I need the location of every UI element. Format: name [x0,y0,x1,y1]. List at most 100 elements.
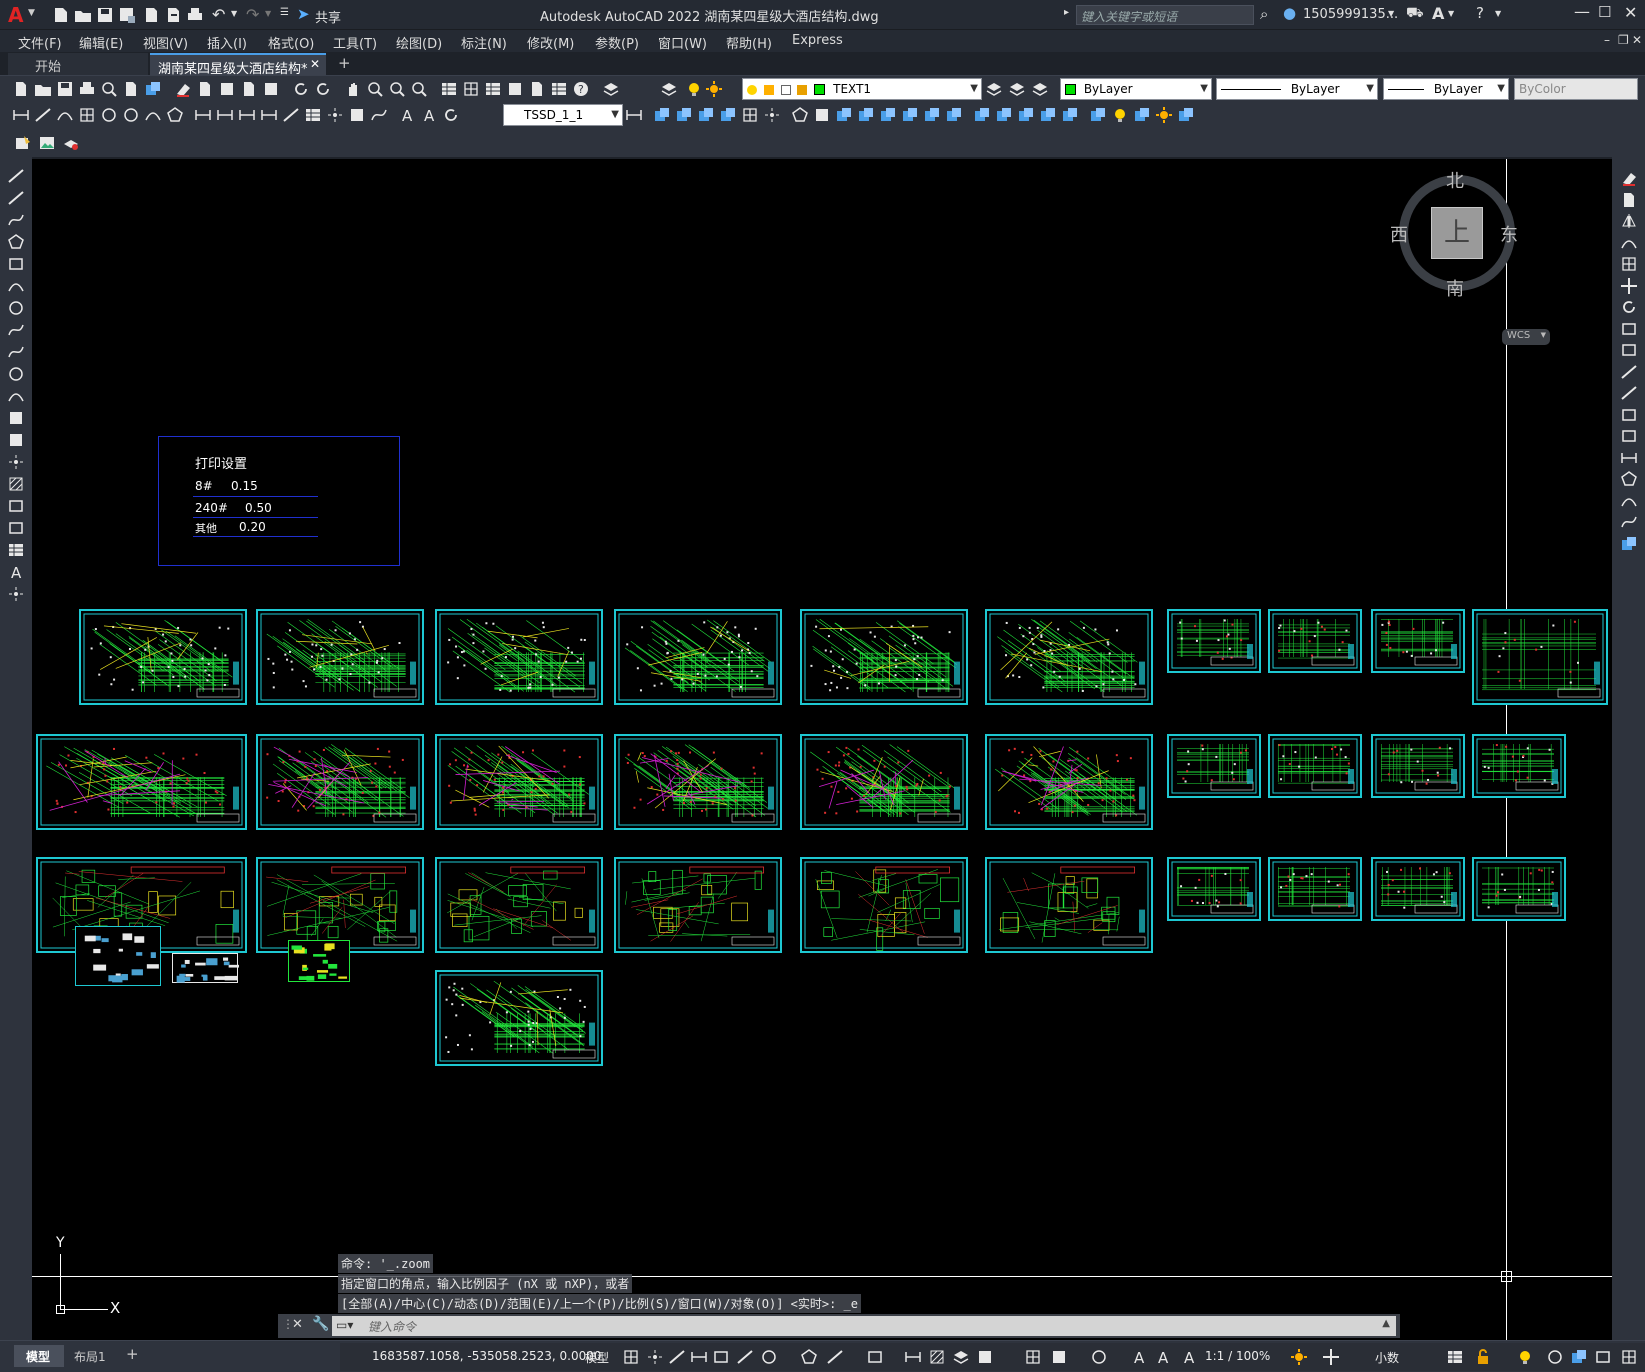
drawing-sheet[interactable] [256,857,424,953]
new-tab-button[interactable]: + [338,54,351,72]
blend-icon[interactable] [1620,513,1638,531]
copy-object-icon[interactable] [1620,191,1638,209]
menu-modify[interactable]: 修改(M) [527,33,574,52]
break-icon[interactable] [282,106,300,124]
ucs-view-icon[interactable] [857,106,875,124]
chamfer-icon[interactable] [1620,470,1638,488]
line-icon[interactable] [7,167,25,185]
drawing-sheet[interactable] [256,609,424,705]
redo-icon[interactable]: ↷ [246,5,259,24]
selection-filter-icon[interactable] [1050,1348,1066,1364]
layout-tab[interactable]: 布局1 [66,1345,116,1367]
angular-icon[interactable] [166,106,184,124]
menu-edit[interactable]: 编辑(E) [79,33,123,52]
drawing-sheet-notes[interactable] [288,940,350,982]
layer-isolate-icon[interactable] [705,80,723,98]
quick-dim-icon[interactable] [194,106,212,124]
undo-icon[interactable] [292,80,310,98]
fillet-icon[interactable] [1620,492,1638,510]
scale-icon[interactable] [1620,320,1638,338]
render-icon[interactable] [1089,106,1107,124]
plot-icon[interactable] [78,80,96,98]
polar-icon[interactable] [760,1348,776,1364]
graphics-perf-icon[interactable] [1546,1348,1562,1364]
drawing-sheet[interactable] [36,734,247,830]
viewcube-west[interactable]: 西 [1390,221,1408,247]
ucs-3point-icon[interactable] [791,106,809,124]
osnap-tracking-icon[interactable] [826,1348,843,1364]
command-history-toggle-icon[interactable]: ▲ [1382,1318,1390,1329]
share-icon[interactable]: ➤ [297,5,310,23]
drawing-sheet[interactable] [1472,609,1608,705]
drawing-sheet[interactable] [1268,734,1362,798]
isodraft-icon[interactable] [800,1348,817,1364]
open-icon[interactable] [34,80,52,98]
region-icon[interactable] [7,519,25,537]
model-tab[interactable]: 模型 [14,1345,64,1367]
drawing-sheet[interactable] [435,857,603,953]
arc-icon[interactable] [7,277,25,295]
open-icon[interactable] [74,6,92,24]
cart-icon[interactable]: ⛟ [1406,5,1424,23]
layer-states-icon[interactable] [660,80,678,98]
doc-minimize-icon[interactable]: – [1604,33,1610,47]
view-top-icon[interactable] [675,106,693,124]
new-icon[interactable] [12,80,30,98]
material-icon[interactable] [1133,106,1151,124]
hardware-accel-icon[interactable] [1570,1348,1586,1364]
drawing-sheet[interactable] [1371,609,1465,673]
dimstyle-dropdown[interactable]: TSSD_1_1 ▼ [503,104,623,126]
menu-express[interactable]: Express [792,33,843,48]
stretch-icon[interactable] [1620,341,1638,359]
tool-palettes-icon[interactable] [484,80,502,98]
help-icon[interactable]: ? [1476,4,1484,22]
drawing-sheet[interactable] [435,609,603,705]
drawing-sheet[interactable] [1167,857,1261,921]
ucs-face-icon[interactable] [835,106,853,124]
image-icon[interactable] [38,134,56,152]
ellipse-arc-icon[interactable] [7,387,25,405]
copy-icon[interactable] [196,80,214,98]
block-editor-icon[interactable] [14,134,32,152]
app-logo[interactable]: A [8,3,23,27]
zoom-realtime-icon[interactable] [366,80,384,98]
view-front-icon[interactable] [653,106,671,124]
plotstyle-dropdown[interactable]: ByColor [1514,78,1638,100]
lineweight-dropdown[interactable]: ByLayer ▼ [1383,78,1509,100]
continue-icon[interactable] [238,106,256,124]
pan-icon[interactable] [344,80,362,98]
visual-wire-icon[interactable] [995,106,1013,124]
annotation-scale-icon[interactable]: A [1180,1348,1196,1366]
spline-icon[interactable] [7,343,25,361]
drawing-sheet[interactable] [1472,857,1566,921]
dynamic-ucs-icon[interactable] [1024,1348,1040,1364]
dim-update-icon[interactable] [442,106,460,124]
ucs-y-icon[interactable] [901,106,919,124]
snap-mode-icon[interactable] [646,1348,662,1364]
grid-icon[interactable] [622,1348,638,1364]
drawing-sheet-cover[interactable] [75,926,161,986]
tolerance-icon[interactable] [304,106,322,124]
dimstyle-icon[interactable] [625,106,643,124]
drawing-sheet[interactable] [435,970,603,1066]
auto-scale-icon[interactable]: A [1154,1348,1170,1366]
polygon-icon[interactable] [7,233,25,251]
drawing-sheet[interactable] [985,609,1153,705]
rectangle-icon[interactable] [7,255,25,273]
properties-icon[interactable] [440,80,458,98]
view-left-icon[interactable] [697,106,715,124]
circle-icon[interactable] [7,299,25,317]
drawing-sheet[interactable] [614,609,782,705]
drawing-sheet[interactable] [800,857,968,953]
lineweight-icon[interactable] [904,1348,921,1364]
linear-dim-icon[interactable] [12,106,30,124]
tab-close-icon[interactable]: ✕ [310,57,320,71]
menu-parametric[interactable]: 参数(P) [595,33,639,52]
menu-help[interactable]: 帮助(H) [726,33,772,52]
search-expand-icon[interactable]: ▸ [1064,7,1069,18]
table-icon[interactable] [7,541,25,559]
redo-icon[interactable] [314,80,332,98]
new-icon[interactable] [52,6,70,24]
drawing-sheet[interactable] [1268,857,1362,921]
3dprint-icon[interactable] [144,80,162,98]
